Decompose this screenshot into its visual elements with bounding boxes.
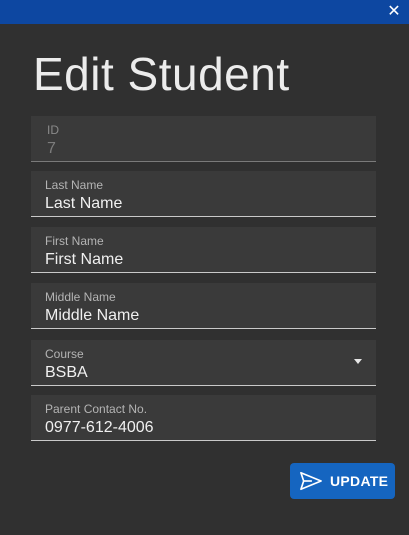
first-name-field[interactable]: First Name First Name (31, 227, 376, 273)
last-name-value[interactable]: Last Name (45, 195, 122, 213)
parent-contact-value[interactable]: 0977-612-4006 (45, 419, 154, 437)
first-name-label: First Name (45, 234, 104, 248)
course-value[interactable]: BSBA (45, 364, 88, 382)
edit-student-window: ✕ Edit Student ID 7 Last Name Last Name … (0, 0, 409, 535)
chevron-down-icon[interactable] (354, 359, 362, 364)
close-icon[interactable]: ✕ (385, 3, 403, 21)
middle-name-field[interactable]: Middle Name Middle Name (31, 283, 376, 329)
page-title: Edit Student (33, 48, 290, 100)
dialog-content: Edit Student ID 7 Last Name Last Name Fi… (0, 24, 409, 535)
middle-name-label: Middle Name (45, 290, 116, 304)
id-value: 7 (47, 140, 56, 157)
first-name-value[interactable]: First Name (45, 251, 123, 269)
course-select[interactable]: Course BSBA (31, 340, 376, 386)
parent-contact-label: Parent Contact No. (45, 402, 148, 416)
update-button[interactable]: UPDATE (290, 463, 395, 499)
last-name-field[interactable]: Last Name Last Name (31, 171, 376, 217)
middle-name-value[interactable]: Middle Name (45, 307, 139, 325)
id-field: ID 7 (31, 116, 376, 162)
send-icon (300, 471, 322, 491)
title-bar[interactable]: ✕ (0, 0, 409, 24)
parent-contact-field[interactable]: Parent Contact No. 0977-612-4006 (31, 395, 376, 441)
id-label: ID (47, 123, 59, 137)
update-button-label: UPDATE (330, 473, 389, 489)
last-name-label: Last Name (45, 178, 104, 192)
course-label: Course (45, 347, 84, 361)
